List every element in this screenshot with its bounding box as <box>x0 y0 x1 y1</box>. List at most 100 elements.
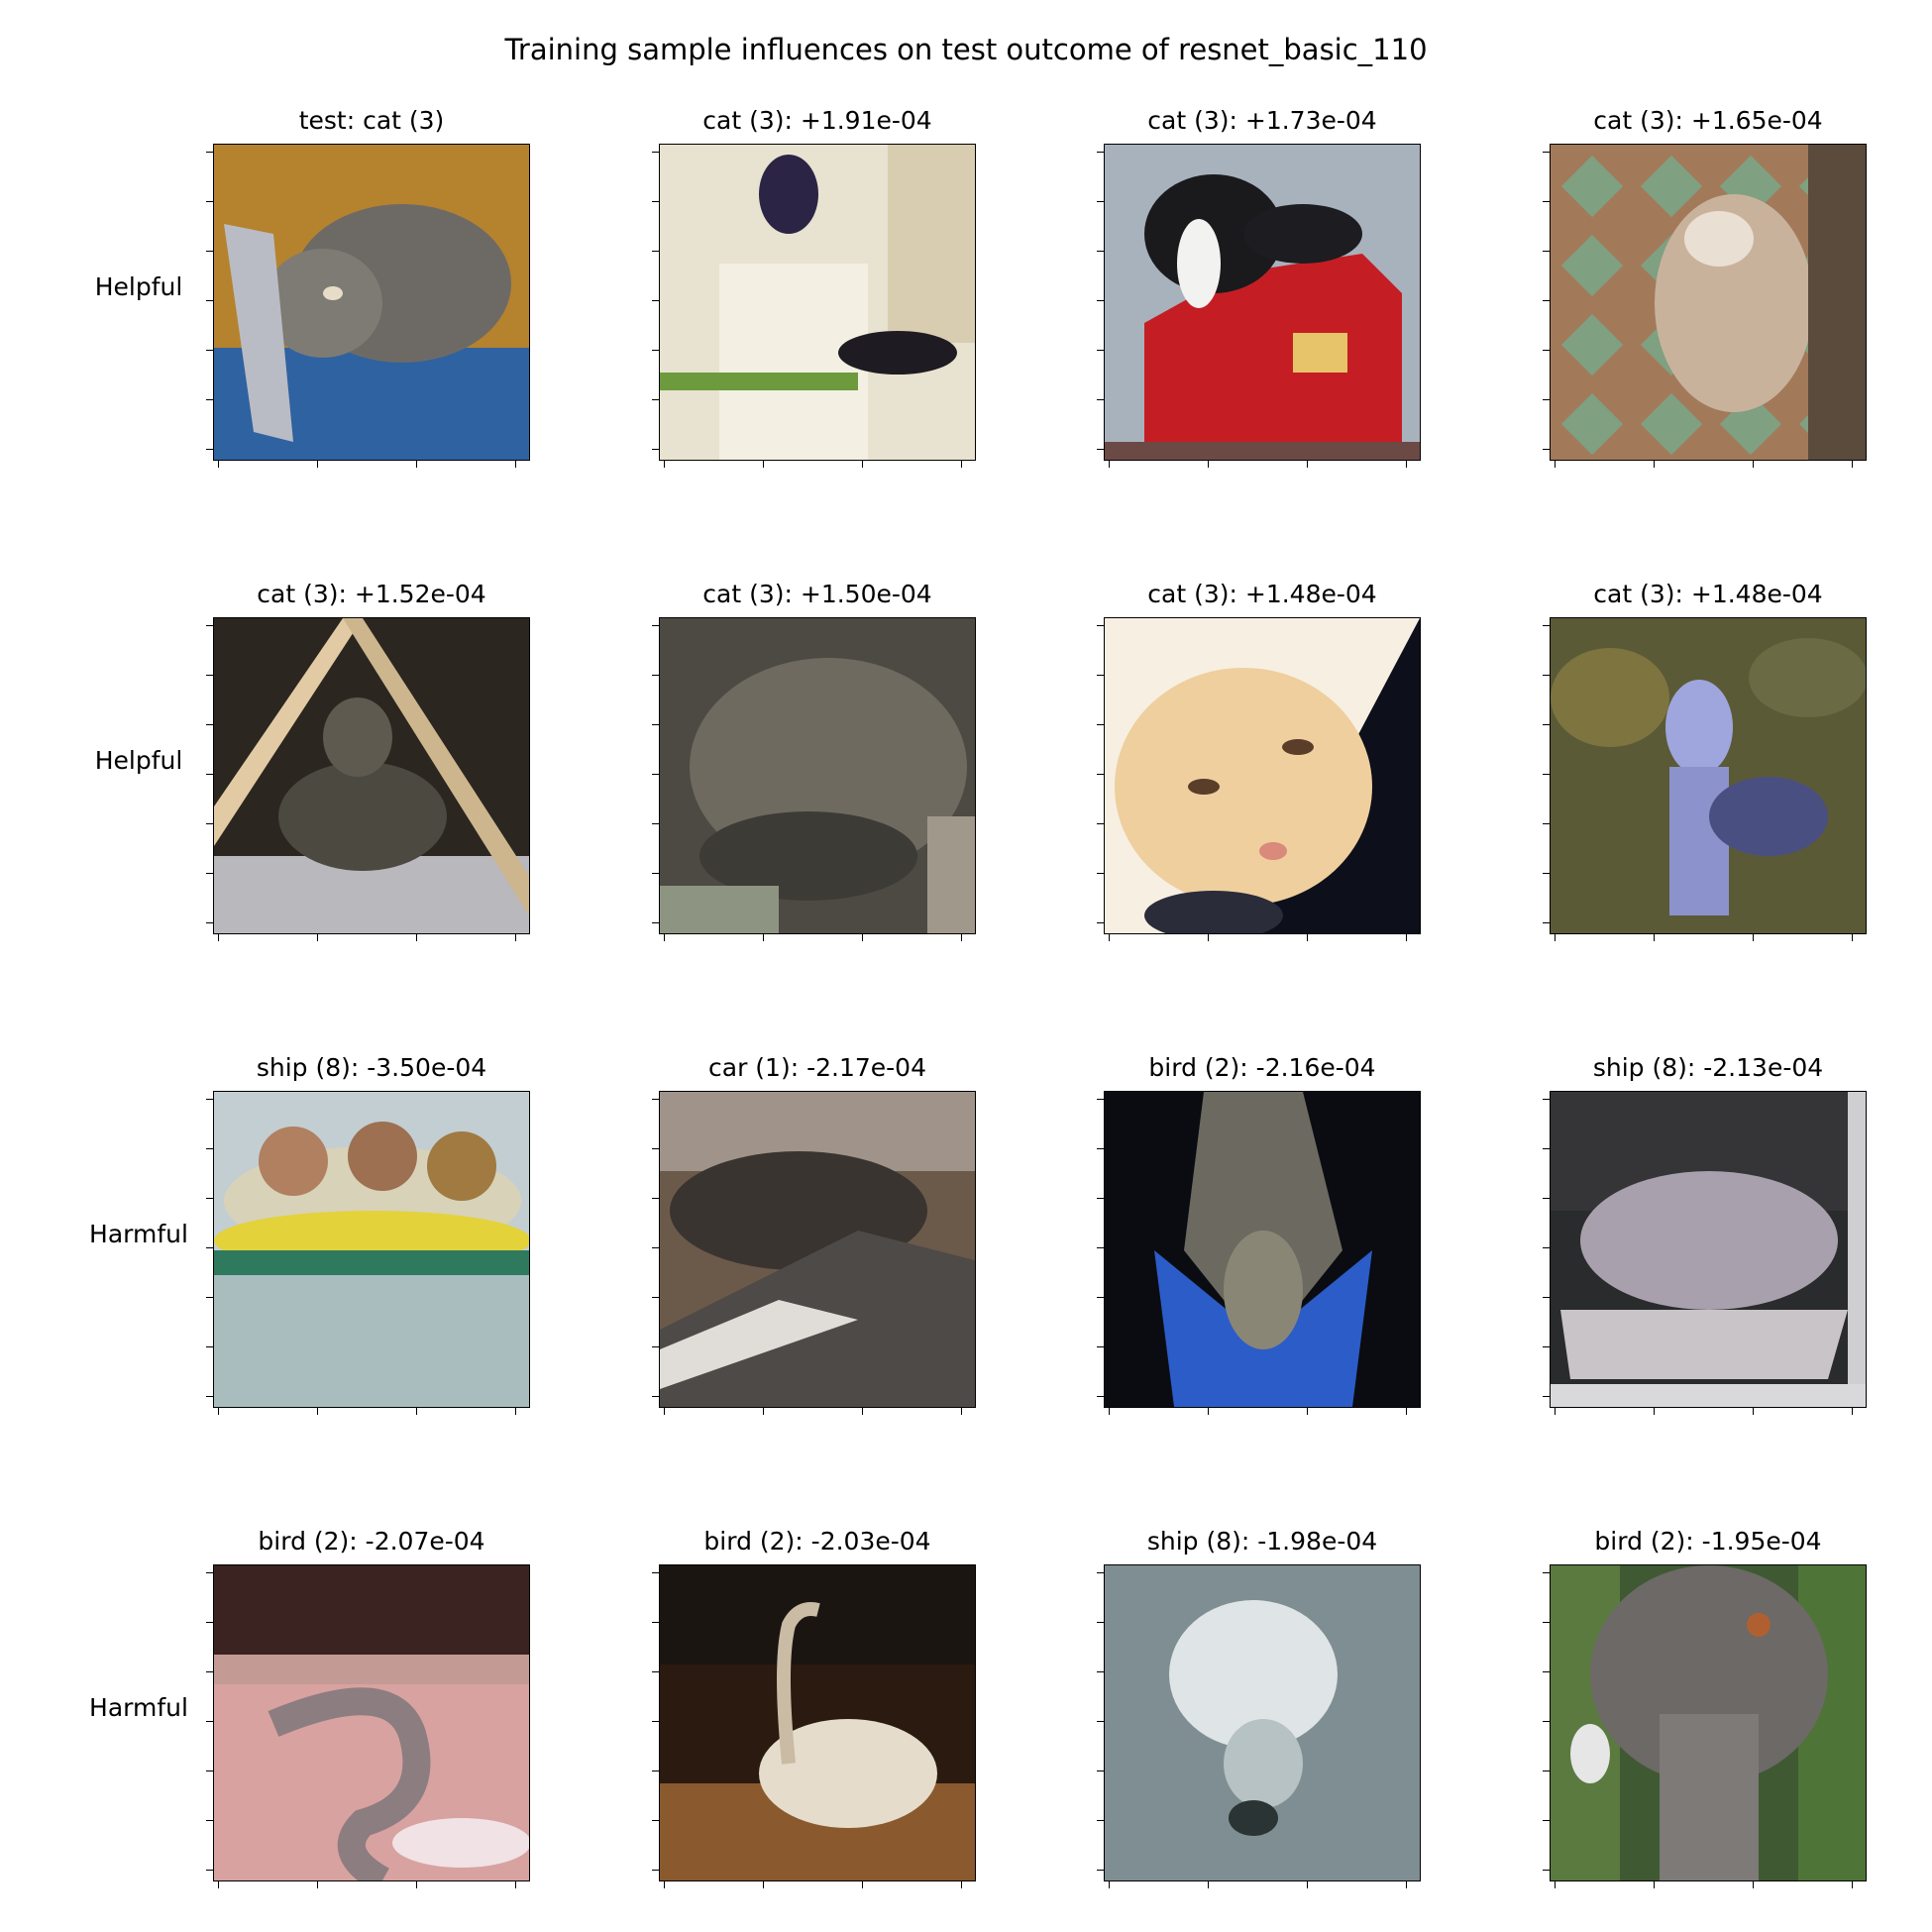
x-tick <box>1654 1408 1655 1415</box>
y-tick <box>652 1721 659 1722</box>
image-panel: bird (2): -2.16e-04 <box>1097 1053 1421 1415</box>
y-tick <box>1097 1622 1104 1623</box>
x-tick <box>664 461 665 468</box>
y-tick <box>652 300 659 301</box>
panel-title: bird (2): -1.95e-04 <box>1594 1527 1822 1556</box>
x-tick <box>317 934 318 941</box>
x-tick <box>1109 934 1110 941</box>
sample-image <box>213 617 530 934</box>
y-tick <box>1543 1671 1550 1672</box>
x-tick <box>1307 1408 1308 1415</box>
y-tick <box>1097 675 1104 676</box>
y-tick <box>206 399 213 400</box>
row-label-2: Helpful <box>94 746 183 775</box>
x-tick <box>416 1408 417 1415</box>
y-tick <box>1097 873 1104 874</box>
image-panel: bird (2): -2.03e-04 <box>652 1527 976 1888</box>
panel-title: cat (3): +1.50e-04 <box>702 580 932 608</box>
y-tick <box>1097 1870 1104 1871</box>
x-tick <box>664 1881 665 1888</box>
sample-image <box>1550 1091 1867 1408</box>
image-panel: test: cat (3) <box>206 106 530 468</box>
y-tick <box>206 1870 213 1871</box>
y-tick <box>1097 1396 1104 1397</box>
x-tick <box>862 1881 863 1888</box>
y-tick <box>1543 873 1550 874</box>
x-tick <box>664 934 665 941</box>
x-tick <box>218 461 219 468</box>
sample-image <box>659 1564 976 1881</box>
y-tick <box>206 1622 213 1623</box>
x-tick <box>317 1408 318 1415</box>
y-tick <box>652 1622 659 1623</box>
y-tick <box>652 350 659 351</box>
y-tick <box>1097 399 1104 400</box>
y-tick <box>1097 774 1104 775</box>
x-tick <box>1208 934 1209 941</box>
x-tick <box>1109 1881 1110 1888</box>
y-tick <box>1543 251 1550 252</box>
sample-image <box>659 1091 976 1408</box>
x-tick <box>1654 461 1655 468</box>
x-tick <box>1307 1881 1308 1888</box>
x-tick <box>1208 461 1209 468</box>
x-tick <box>1208 1881 1209 1888</box>
panel-title: cat (3): +1.73e-04 <box>1147 106 1377 135</box>
x-tick <box>1852 1881 1853 1888</box>
y-tick <box>1543 1148 1550 1149</box>
panel-title: cat (3): +1.91e-04 <box>702 106 932 135</box>
y-tick <box>206 724 213 725</box>
panel-title: cat (3): +1.48e-04 <box>1593 580 1823 608</box>
x-tick <box>515 1881 516 1888</box>
sample-image <box>659 617 976 934</box>
y-tick <box>206 1198 213 1199</box>
sample-image <box>1104 144 1421 461</box>
x-tick <box>961 934 962 941</box>
row-label-1: Helpful <box>94 272 183 301</box>
y-tick <box>652 1099 659 1100</box>
x-tick <box>218 1881 219 1888</box>
y-tick <box>1097 1671 1104 1672</box>
y-tick <box>1543 675 1550 676</box>
y-tick <box>1097 251 1104 252</box>
y-tick <box>1543 1247 1550 1248</box>
y-tick <box>1543 1099 1550 1100</box>
x-tick <box>1753 1408 1754 1415</box>
y-tick <box>1543 300 1550 301</box>
panel-title: cat (3): +1.52e-04 <box>257 580 486 608</box>
image-panel: bird (2): -1.95e-04 <box>1543 1527 1867 1888</box>
y-tick <box>1543 823 1550 824</box>
y-tick <box>206 823 213 824</box>
y-tick <box>652 625 659 626</box>
y-tick <box>652 675 659 676</box>
y-tick <box>1097 625 1104 626</box>
y-tick <box>206 1572 213 1573</box>
image-panel: cat (3): +1.50e-04 <box>652 580 976 941</box>
y-tick <box>652 1198 659 1199</box>
y-tick <box>1543 922 1550 923</box>
x-tick <box>317 461 318 468</box>
y-tick <box>206 873 213 874</box>
y-tick <box>206 1297 213 1298</box>
x-tick <box>317 1881 318 1888</box>
y-tick <box>206 1148 213 1149</box>
x-tick <box>961 1881 962 1888</box>
x-tick <box>515 934 516 941</box>
y-tick <box>652 399 659 400</box>
x-tick <box>1852 1408 1853 1415</box>
image-panel: cat (3): +1.48e-04 <box>1543 580 1867 941</box>
sample-image <box>1104 1091 1421 1408</box>
x-tick <box>763 1881 764 1888</box>
y-tick <box>1097 1099 1104 1100</box>
y-tick <box>1097 201 1104 202</box>
y-tick <box>206 201 213 202</box>
y-tick <box>1543 399 1550 400</box>
y-tick <box>652 922 659 923</box>
x-tick <box>961 1408 962 1415</box>
panel-title: ship (8): -1.98e-04 <box>1146 1527 1378 1556</box>
panel-title: bird (2): -2.16e-04 <box>1148 1053 1376 1082</box>
y-tick <box>206 625 213 626</box>
y-tick <box>1097 1198 1104 1199</box>
sample-image <box>1550 617 1867 934</box>
sample-image <box>659 144 976 461</box>
